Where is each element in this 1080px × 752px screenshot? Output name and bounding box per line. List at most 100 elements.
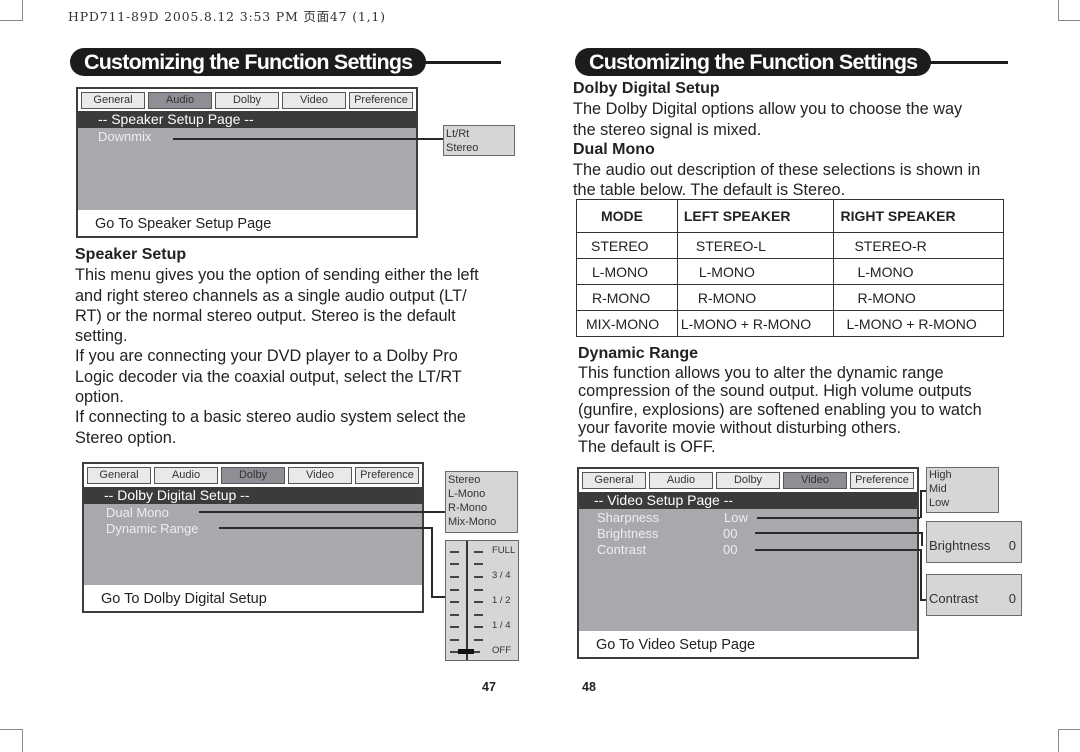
contrast-popup: Contrast 0 xyxy=(926,574,1022,616)
text-line: This function allows you to alter the dy… xyxy=(578,363,944,382)
brightness-popup-value[interactable]: 0 xyxy=(1009,537,1016,555)
table-row: L-MONO L-MONO L-MONO xyxy=(576,258,1004,285)
table-cell: STEREO xyxy=(576,232,678,259)
table-cell: STEREO-R xyxy=(833,232,1004,259)
option-dynamic-range[interactable]: Dynamic Range xyxy=(106,521,199,536)
brightness-value: 00 xyxy=(723,526,738,541)
slider-tick xyxy=(474,563,483,565)
option-mid[interactable]: Mid xyxy=(929,482,996,496)
tab-audio[interactable]: Audio xyxy=(649,472,713,489)
column-header: RIGHT SPEAKER xyxy=(833,199,1004,233)
column-header: MODE xyxy=(576,199,678,233)
text-line: setting. xyxy=(75,327,128,346)
option-dual-mono[interactable]: Dual Mono xyxy=(106,505,169,520)
osd-tabs: General Audio Dolby Video Preference xyxy=(84,464,422,486)
table-cell: R-MONO xyxy=(676,284,835,311)
option-contrast[interactable]: Contrast xyxy=(597,542,646,557)
table-cell: L-MONO xyxy=(833,258,1004,285)
slider-tick xyxy=(450,614,459,616)
right-banner: Customizing the Function Settings xyxy=(575,48,1009,76)
connector-line xyxy=(921,532,923,546)
downmix-options-popup: Lt/Rt Stereo xyxy=(443,125,515,156)
tab-general[interactable]: General xyxy=(81,92,145,109)
text-line: Logic decoder via the coaxial output, se… xyxy=(75,367,462,386)
text-line: The Dolby Digital options allow you to c… xyxy=(573,100,963,119)
scale-label-3-4: 3 / 4 xyxy=(492,570,511,581)
table-cell: L-MONO xyxy=(576,258,678,285)
dolby-digital-section: Dolby Digital Setup The Dolby Digital op… xyxy=(573,79,1013,201)
dolby-setup-osd: General Audio Dolby Video Preference -- … xyxy=(82,462,424,613)
osd-footer: Go To Dolby Digital Setup xyxy=(84,587,422,611)
connector-line xyxy=(199,511,446,513)
tab-video[interactable]: Video xyxy=(288,467,352,484)
slider-tick xyxy=(450,589,459,591)
tab-video[interactable]: Video xyxy=(783,472,847,489)
scale-label-1-2: 1 / 2 xyxy=(492,595,511,606)
page-number-left: 47 xyxy=(482,680,496,694)
scale-label-off: OFF xyxy=(492,645,511,656)
banner-title: Customizing the Function Settings xyxy=(575,48,932,76)
option-l-mono[interactable]: L-Mono xyxy=(448,487,515,501)
table-row: STEREO STEREO-L STEREO-R xyxy=(576,232,1004,259)
option-low[interactable]: Low xyxy=(929,496,996,510)
crop-mark-bottom-left xyxy=(0,729,23,752)
tab-audio[interactable]: Audio xyxy=(148,92,212,109)
table-cell: STEREO-L xyxy=(676,232,835,259)
connector-line xyxy=(431,596,445,598)
contrast-popup-value[interactable]: 0 xyxy=(1009,590,1016,608)
osd-tabs: General Audio Dolby Video Preference xyxy=(579,469,917,491)
table-cell: R-MONO xyxy=(576,284,678,311)
connector-line xyxy=(920,549,922,600)
tab-general[interactable]: General xyxy=(582,472,646,489)
brightness-popup: Brightness 0 xyxy=(926,521,1022,563)
sharpness-value: Low xyxy=(724,510,748,525)
slider-track xyxy=(466,541,468,660)
tab-dolby[interactable]: Dolby xyxy=(716,472,780,489)
option-high[interactable]: High xyxy=(929,468,996,482)
text-line: This menu gives you the option of sendin… xyxy=(75,266,479,285)
column-header: LEFT SPEAKER xyxy=(676,199,835,233)
dynamic-range-section: Dynamic Range This function allows you t… xyxy=(578,345,1018,457)
table-row: MIX-MONO L-MONO + R-MONO L-MONO + R-MONO xyxy=(576,310,1004,337)
tab-video[interactable]: Video xyxy=(282,92,346,109)
crop-mark-bottom-right xyxy=(1058,729,1080,752)
text-line: the table below. The default is Stereo. xyxy=(573,181,846,200)
dynamic-range-slider[interactable]: FULL 3 / 4 1 / 2 1 / 4 OFF xyxy=(445,540,519,661)
tab-dolby[interactable]: Dolby xyxy=(221,467,285,484)
tab-preference[interactable]: Preference xyxy=(355,467,419,484)
section-heading: Dolby Digital Setup xyxy=(573,80,720,97)
slider-tick xyxy=(474,626,483,628)
text-line: The audio out description of these selec… xyxy=(573,161,981,180)
connector-line xyxy=(431,527,433,597)
text-line: RT) or the normal stereo output. Stereo … xyxy=(75,306,456,325)
slider-tick xyxy=(474,551,483,553)
slider-knob[interactable] xyxy=(458,649,474,654)
option-sharpness[interactable]: Sharpness xyxy=(597,510,659,525)
option-mix-mono[interactable]: Mix-Mono xyxy=(448,515,515,529)
text-line: If connecting to a basic stereo audio sy… xyxy=(75,408,466,427)
option-r-mono[interactable]: R-Mono xyxy=(448,501,515,515)
slider-tick xyxy=(474,614,483,616)
tab-preference[interactable]: Preference xyxy=(349,92,413,109)
tab-dolby[interactable]: Dolby xyxy=(215,92,279,109)
section-heading: Dual Mono xyxy=(573,140,655,158)
crop-mark-top-left xyxy=(0,0,23,21)
sharpness-options-popup: High Mid Low xyxy=(926,467,999,513)
tab-general[interactable]: General xyxy=(87,467,151,484)
crop-mark-top-right xyxy=(1058,0,1080,21)
option-stereo[interactable]: Stereo xyxy=(446,141,512,155)
option-brightness[interactable]: Brightness xyxy=(597,526,658,541)
osd-page-title: -- Dolby Digital Setup -- xyxy=(84,487,422,504)
text-line: compression of the sound output. High vo… xyxy=(578,382,972,401)
banner-rule xyxy=(425,61,501,64)
text-line: option. xyxy=(75,388,124,407)
tab-audio[interactable]: Audio xyxy=(154,467,218,484)
table-cell: L-MONO + R-MONO xyxy=(833,310,1004,337)
tab-preference[interactable]: Preference xyxy=(850,472,914,489)
option-downmix[interactable]: Downmix xyxy=(98,129,151,144)
text-line: (gunfire, explosions) are softened enabl… xyxy=(578,400,982,419)
option-stereo[interactable]: Stereo xyxy=(448,473,515,487)
option-lt-rt[interactable]: Lt/Rt xyxy=(446,127,512,141)
text-line: the stereo signal is mixed. xyxy=(573,120,762,139)
text-line: and right stereo channels as a single au… xyxy=(75,286,467,305)
